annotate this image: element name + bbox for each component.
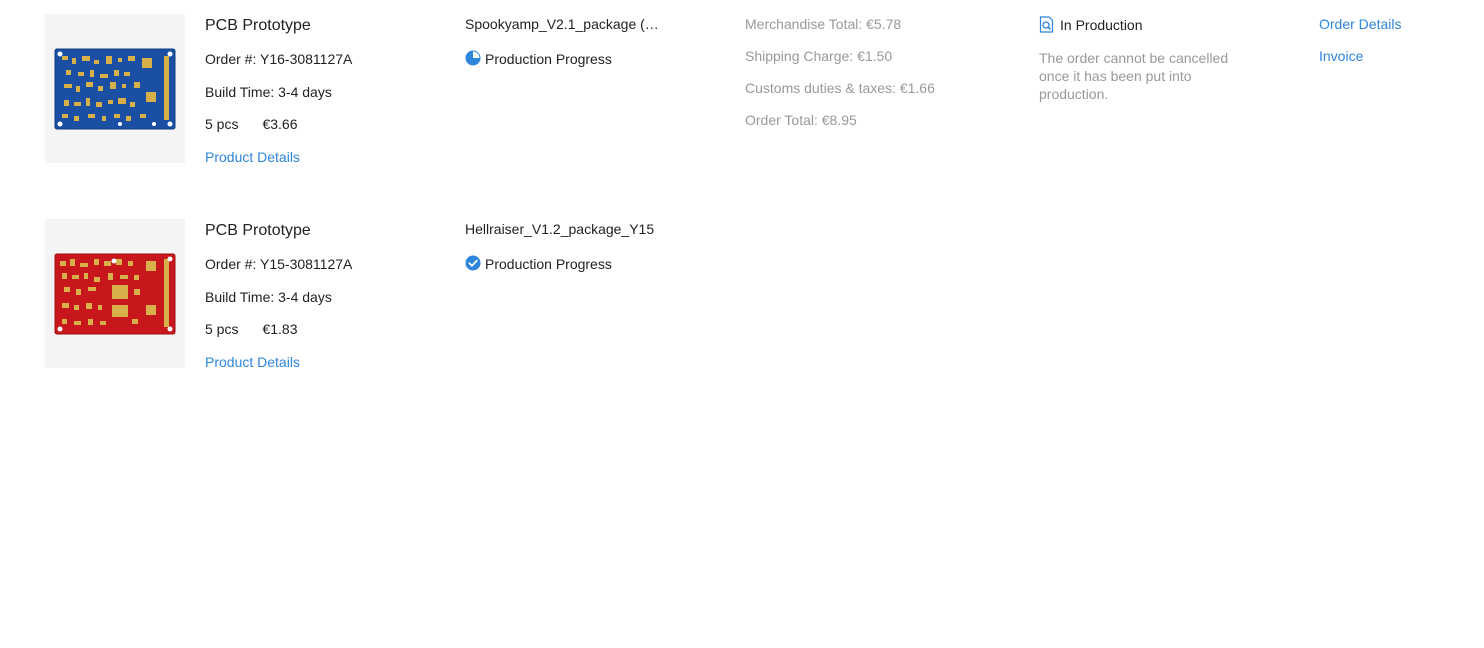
quantity: 5 pcs	[205, 321, 239, 337]
order-number-label: Order #:	[205, 51, 257, 67]
order-number-line: Order #: Y16-3081127A	[205, 51, 352, 67]
production-progress-link[interactable]: Production Progress	[465, 255, 612, 274]
quantity-price-line: 5 pcs €1.83	[205, 321, 298, 337]
order-number: Y15-3081127A	[260, 256, 353, 272]
order-row: PCB Prototype Order #: Y15-3081127A Buil…	[0, 219, 1484, 379]
status-line: In Production	[1039, 16, 1143, 36]
production-progress-label: Production Progress	[485, 51, 612, 67]
pcb-board-image	[54, 48, 176, 130]
pie-progress-icon	[465, 50, 481, 69]
pcb-board-image	[54, 253, 176, 335]
order-total: Order Total: €8.95	[745, 112, 857, 128]
status-text: In Production	[1060, 17, 1143, 33]
pcb-thumbnail[interactable]	[45, 219, 185, 368]
build-time-label: Build Time:	[205, 84, 275, 100]
build-time-line: Build Time: 3-4 days	[205, 289, 332, 305]
order-number-line: Order #: Y15-3081127A	[205, 256, 352, 272]
product-type: PCB Prototype	[205, 17, 311, 34]
check-circle-icon	[465, 255, 481, 274]
quantity-price-line: 5 pcs €3.66	[205, 116, 298, 132]
production-progress-link[interactable]: Production Progress	[465, 50, 612, 69]
order-details-link[interactable]: Order Details	[1319, 16, 1401, 32]
order-number: Y16-3081127A	[260, 51, 353, 67]
product-type: PCB Prototype	[205, 222, 311, 239]
product-details-link[interactable]: Product Details	[205, 149, 300, 165]
pcb-thumbnail[interactable]	[45, 14, 185, 163]
build-time: 3-4 days	[278, 289, 332, 305]
build-time-line: Build Time: 3-4 days	[205, 84, 332, 100]
customs-taxes: Customs duties & taxes: €1.66	[745, 80, 935, 96]
price: €1.83	[262, 321, 298, 337]
shipping-charge: Shipping Charge: €1.50	[745, 48, 893, 64]
build-time-label: Build Time:	[205, 289, 275, 305]
product-details-link[interactable]: Product Details	[205, 354, 300, 370]
merchandise-total: Merchandise Total: €5.78	[745, 16, 902, 32]
document-search-icon	[1039, 16, 1054, 36]
quantity: 5 pcs	[205, 116, 239, 132]
production-progress-label: Production Progress	[485, 256, 612, 272]
price: €3.66	[262, 116, 298, 132]
order-number-label: Order #:	[205, 256, 257, 272]
file-name: Spookyamp_V2.1_package (…	[465, 16, 659, 32]
status-note: The order cannot be cancelled once it ha…	[1039, 50, 1229, 102]
file-name: Hellraiser_V1.2_package_Y15	[465, 221, 655, 237]
order-row: PCB Prototype Order #: Y16-3081127A Buil…	[0, 14, 1484, 174]
invoice-link[interactable]: Invoice	[1319, 48, 1363, 64]
build-time: 3-4 days	[278, 84, 332, 100]
